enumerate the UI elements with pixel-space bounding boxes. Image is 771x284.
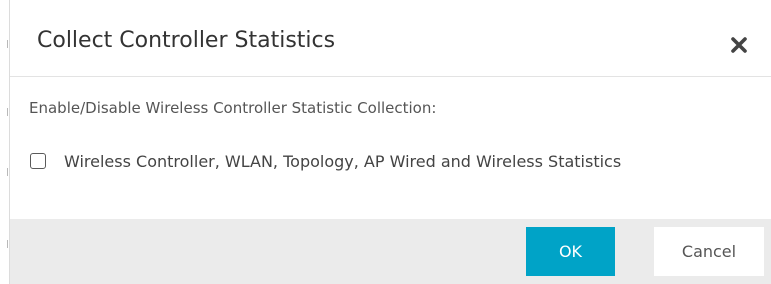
page: Collect Controller Statistics Enable/Dis…	[0, 0, 771, 284]
section-label: Enable/Disable Wireless Controller Stati…	[29, 99, 437, 117]
cancel-button[interactable]: Cancel	[654, 227, 764, 276]
background-page-edge	[0, 0, 9, 284]
statistics-option-label: Wireless Controller, WLAN, Topology, AP …	[64, 151, 622, 171]
ok-button[interactable]: OK	[526, 227, 615, 276]
edge-mark	[7, 240, 8, 248]
collect-statistics-dialog: Collect Controller Statistics Enable/Dis…	[9, 0, 771, 284]
close-button[interactable]	[727, 33, 751, 57]
edge-mark	[7, 40, 8, 48]
dialog-body: Enable/Disable Wireless Controller Stati…	[10, 77, 771, 219]
dialog-header: Collect Controller Statistics	[10, 0, 771, 77]
edge-mark	[7, 108, 8, 116]
close-icon	[731, 37, 747, 53]
dialog-footer: OK Cancel	[10, 219, 771, 284]
statistics-checkbox[interactable]	[30, 153, 46, 169]
statistics-option-row[interactable]: Wireless Controller, WLAN, Topology, AP …	[29, 150, 621, 172]
edge-mark	[7, 168, 8, 176]
dialog-title: Collect Controller Statistics	[37, 28, 336, 53]
